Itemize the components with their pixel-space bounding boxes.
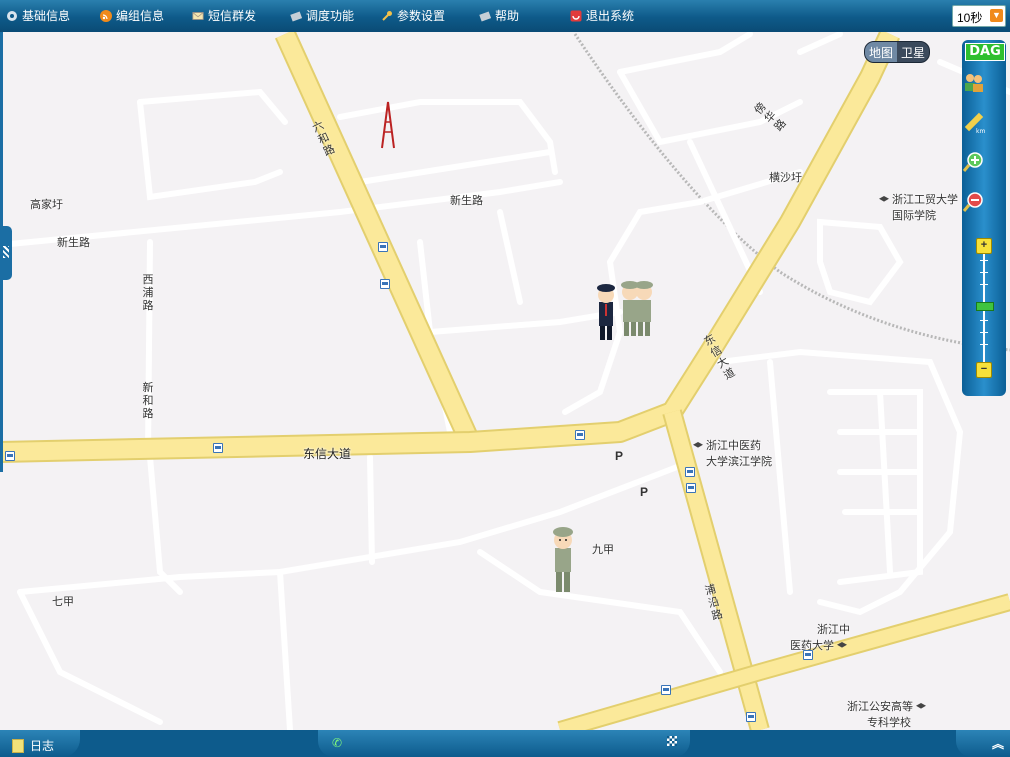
school-icon bbox=[916, 703, 926, 709]
notepad-icon bbox=[12, 738, 24, 753]
chevron-up-icon[interactable]: ︽ bbox=[992, 735, 1004, 752]
menu-label: 帮助 bbox=[495, 9, 520, 23]
map-type-switch: 地图 卫星 bbox=[864, 41, 931, 63]
menu-label: 短信群发 bbox=[208, 9, 257, 23]
officer-group-marker[interactable] bbox=[590, 278, 660, 348]
svg-text:km: km bbox=[976, 128, 985, 134]
wrench-icon bbox=[382, 10, 392, 21]
parking-icon: P bbox=[640, 485, 649, 499]
bus-stop-icon bbox=[213, 443, 223, 453]
menu-label: 退出系统 bbox=[586, 9, 635, 23]
bus-stop-icon bbox=[575, 430, 585, 440]
rss-icon bbox=[100, 9, 112, 22]
place-text: 浙江公安高等 bbox=[847, 701, 913, 713]
menu-exit[interactable]: 退出系统 bbox=[570, 7, 634, 24]
map-type-satellite-button[interactable]: 卫星 bbox=[897, 42, 929, 62]
street-label-xinsheng-east: 新生路 bbox=[450, 195, 483, 207]
zoom-slider-thumb[interactable] bbox=[976, 302, 994, 311]
chevron-down-icon: ▼ bbox=[990, 9, 1003, 22]
bus-stop-icon bbox=[803, 650, 813, 660]
menu-sms-broadcast[interactable]: 短信群发 bbox=[192, 7, 256, 24]
place-label-police-college: 浙江公安高等 专科学校 bbox=[847, 698, 929, 730]
school-icon bbox=[837, 642, 847, 648]
street-label-xinhe: 新和路 bbox=[142, 382, 154, 420]
school-icon bbox=[693, 442, 703, 448]
zoom-minus-button[interactable]: − bbox=[976, 362, 992, 378]
place-text: 国际学院 bbox=[892, 210, 936, 222]
menu-settings[interactable]: 参数设置 bbox=[381, 7, 445, 24]
log-button[interactable]: 日志 bbox=[12, 737, 54, 754]
place-label-qijia: 七甲 bbox=[52, 596, 74, 608]
place-label-zjmy: 浙江工贸大学 国际学院 bbox=[876, 191, 958, 223]
bus-stop-icon bbox=[378, 242, 388, 252]
zoom-out-icon[interactable] bbox=[962, 190, 986, 214]
zoom-plus-button[interactable]: + bbox=[976, 238, 992, 254]
bus-stop-icon bbox=[686, 483, 696, 493]
help-icon bbox=[479, 10, 491, 21]
menu-label: 基础信息 bbox=[22, 9, 71, 23]
zoom-tick bbox=[980, 272, 988, 273]
map-type-map-button[interactable]: 地图 bbox=[865, 42, 898, 62]
street-label-xipu: 西浦路 bbox=[142, 274, 154, 312]
envelope-icon bbox=[192, 11, 204, 20]
place-text: 浙江工贸大学 bbox=[892, 194, 958, 206]
left-panel-toggle[interactable] bbox=[0, 226, 12, 280]
zoom-tick bbox=[980, 320, 988, 321]
menu-dispatch[interactable]: 调度功能 bbox=[290, 7, 354, 24]
zoom-in-icon[interactable] bbox=[962, 150, 986, 174]
place-text: 浙江中 bbox=[817, 624, 850, 636]
map-tool-panel: DAG km + − bbox=[962, 40, 1006, 396]
school-icon bbox=[879, 196, 889, 202]
menu-help[interactable]: 帮助 bbox=[479, 7, 519, 24]
place-text: 大学滨江学院 bbox=[706, 456, 772, 468]
refresh-interval-select[interactable]: 10秒 ▼ bbox=[952, 5, 1006, 27]
menu-group-info[interactable]: 编组信息 bbox=[100, 7, 164, 24]
bus-stop-icon bbox=[5, 451, 15, 461]
ruler-icon[interactable]: km bbox=[962, 110, 986, 134]
zoom-tick bbox=[980, 332, 988, 333]
top-menu-bar: 基础信息 编组信息 短信群发 调度功能 参数设置 帮助 退出系统 10秒 ▼ bbox=[0, 0, 1010, 32]
dag-logo: DAG bbox=[965, 43, 1005, 61]
place-label-tcm: 浙江中 医药大学 bbox=[790, 621, 850, 653]
status-tab bbox=[318, 730, 690, 757]
street-label-xinsheng-west: 新生路 bbox=[57, 237, 90, 249]
users-icon[interactable] bbox=[962, 70, 986, 94]
minor-roads bbox=[7, 32, 1010, 730]
menu-label: 编组信息 bbox=[116, 9, 165, 23]
menu-label: 调度功能 bbox=[306, 9, 355, 23]
gear-icon bbox=[7, 10, 17, 21]
bus-stop-icon bbox=[746, 712, 756, 722]
phone-icon[interactable]: ✆ bbox=[332, 736, 346, 750]
bottom-bar: 日志 ✆ ︽ bbox=[0, 730, 1010, 757]
road-network bbox=[0, 32, 1010, 730]
place-text: 浙江中医药 bbox=[706, 440, 761, 452]
exit-icon bbox=[570, 10, 582, 21]
zoom-tick bbox=[980, 284, 988, 285]
menu-basic-info[interactable]: 基础信息 bbox=[6, 7, 70, 24]
place-label-gaojiayu: 高家圩 bbox=[30, 199, 63, 211]
bus-stop-icon bbox=[380, 279, 390, 289]
place-label-hengshayu: 横沙圩 bbox=[769, 172, 802, 184]
bus-stop-icon bbox=[685, 467, 695, 477]
menu-label: 参数设置 bbox=[397, 9, 446, 23]
log-label: 日志 bbox=[30, 739, 55, 753]
street-label-dongxin: 东信大道 bbox=[303, 447, 352, 461]
dispatch-icon bbox=[290, 10, 302, 21]
place-label-jiujia: 九甲 bbox=[592, 544, 614, 556]
map-canvas[interactable]: 六和路 新生路 新生路 西浦路 新和路 东信大道 东信大道 浦沿路 傍华路 高家… bbox=[0, 32, 1010, 730]
zoom-tick bbox=[980, 344, 988, 345]
zoom-tick bbox=[980, 260, 988, 261]
checker-icon[interactable] bbox=[667, 736, 677, 746]
place-label-tcm-binjiang: 浙江中医药 大学滨江学院 bbox=[690, 437, 772, 469]
place-text: 专科学校 bbox=[867, 717, 911, 729]
parking-icon: P bbox=[615, 449, 624, 463]
refresh-interval-value: 10秒 bbox=[957, 11, 983, 25]
bus-stop-icon bbox=[661, 685, 671, 695]
officer-marker[interactable] bbox=[546, 524, 580, 596]
zoom-slider[interactable]: + − bbox=[976, 238, 994, 378]
